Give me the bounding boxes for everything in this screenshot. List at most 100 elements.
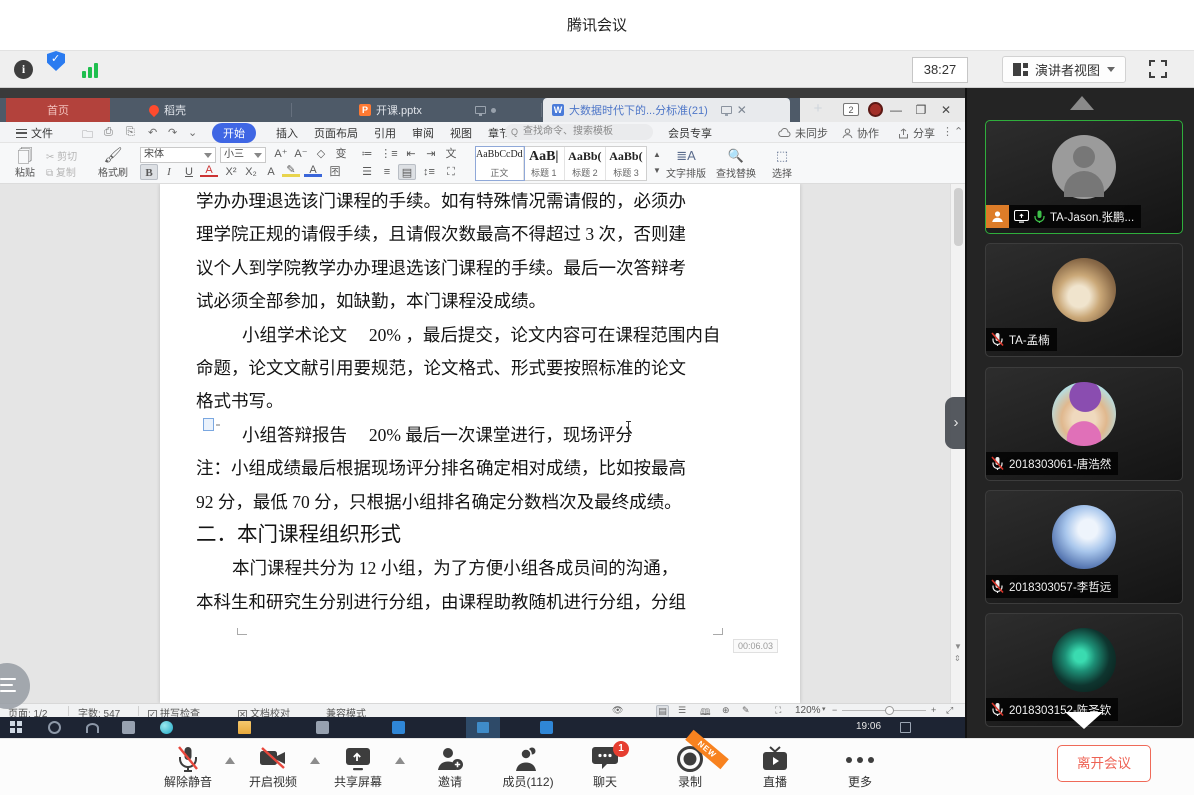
view-mode-button[interactable]: 演讲者视图 xyxy=(1002,56,1126,83)
scroll-down-icon[interactable]: ▼ xyxy=(954,642,962,651)
app-icon[interactable] xyxy=(540,721,553,734)
invite-button[interactable]: 邀请 xyxy=(414,745,486,790)
select-tool-button[interactable]: ⬚ 选择 xyxy=(760,148,804,180)
maximize-button[interactable]: ❐ xyxy=(913,102,929,118)
new-tab-button[interactable]: + xyxy=(808,100,828,117)
menu-references[interactable]: 引用 xyxy=(374,125,396,141)
tab-docer[interactable]: 稻壳 xyxy=(113,98,290,122)
expand-down-arrow[interactable] xyxy=(1065,712,1103,729)
style-heading1[interactable]: AaB| 标题 1 xyxy=(524,147,565,180)
zoom-menu-icon[interactable]: ▾ xyxy=(822,705,826,713)
tab-word-document-active[interactable]: W 大数据时代下的...分标准(21) ✕ xyxy=(543,98,790,122)
align-center-icon[interactable]: ≡ xyxy=(378,164,396,180)
collapse-ribbon-icon[interactable]: ⌃ xyxy=(954,125,963,138)
underline-button[interactable]: U xyxy=(180,164,198,180)
tab-pptx-document[interactable]: P 开课.pptx xyxy=(293,98,540,122)
qat-more-icon[interactable]: ⌄ xyxy=(188,126,197,139)
participant-tile[interactable]: TA-Jason.张鹏... xyxy=(985,120,1183,234)
superscript-button[interactable]: X² xyxy=(222,164,240,180)
highlight-button[interactable]: ✎ xyxy=(282,164,300,177)
tab-wps-home[interactable]: 首页 xyxy=(6,98,110,122)
menu-review[interactable]: 审阅 xyxy=(412,125,434,141)
unmute-button[interactable]: 解除静音 xyxy=(152,745,224,790)
menu-view[interactable]: 视图 xyxy=(450,125,472,141)
ribbon-more-icon[interactable]: ⋮ xyxy=(942,125,953,138)
close-window-button[interactable]: ✕ xyxy=(938,102,954,118)
eye-preview-icon[interactable]: 👁 xyxy=(612,705,623,716)
fit-page-icon[interactable]: ⛶ xyxy=(775,705,781,716)
fullscreen-icon[interactable] xyxy=(1147,58,1171,82)
print-icon[interactable]: ⎙ xyxy=(104,126,113,139)
share-screen-button[interactable]: 共享屏幕 xyxy=(322,745,394,790)
sync-status[interactable]: 未同步 xyxy=(778,125,828,141)
sidebar-expand-handle[interactable]: › xyxy=(945,397,965,449)
clear-format-icon[interactable]: ◇ xyxy=(312,146,330,162)
people-icon[interactable] xyxy=(86,723,99,733)
decrease-font-icon[interactable]: A⁻ xyxy=(292,146,310,162)
phonetic-guide-icon[interactable]: 变 xyxy=(332,146,350,162)
char-effects-button[interactable]: A xyxy=(262,164,280,180)
command-search-input[interactable]: 查找命令、搜索模板 xyxy=(505,124,653,140)
menu-insert[interactable]: 插入 xyxy=(276,125,298,141)
text-color-button[interactable]: A xyxy=(304,164,322,177)
notification-icon[interactable] xyxy=(900,722,911,733)
document-page[interactable]: 学办办理退选该门课程的手续。如有特殊情况需请假的，必须办 理学院正规的请假手续，… xyxy=(160,184,800,703)
file-menu[interactable]: 文件 xyxy=(16,125,53,141)
network-signal-icon[interactable] xyxy=(82,62,98,78)
minimize-button[interactable]: — xyxy=(888,102,904,118)
font-size-select[interactable]: 小三 xyxy=(220,147,266,163)
menu-page-layout[interactable]: 页面布局 xyxy=(314,125,358,141)
app-icon[interactable] xyxy=(392,721,405,734)
style-heading3[interactable]: AaBb( 标题 3 xyxy=(606,147,646,180)
scroll-page-icon[interactable]: ⇕ xyxy=(954,654,961,663)
participant-tile[interactable]: 2018303061-唐浩然 xyxy=(985,367,1183,481)
asian-layout-icon[interactable]: 文 xyxy=(442,146,460,162)
meeting-info-icon[interactable]: i xyxy=(14,60,33,79)
typeset-tool-button[interactable]: ≣A 文字排版 xyxy=(664,148,708,180)
taskbar-clock[interactable]: 19:06 xyxy=(856,721,881,732)
zoom-out-icon[interactable]: − xyxy=(832,705,837,715)
share-options-arrow[interactable] xyxy=(395,757,405,764)
expand-statusbar-icon[interactable]: ⤢ xyxy=(946,705,953,716)
font-name-select[interactable]: 宋体 xyxy=(140,147,216,163)
shading-icon[interactable]: ⛶ xyxy=(442,164,460,180)
undo-icon[interactable]: ↶ xyxy=(148,126,157,139)
wps-account-avatar[interactable] xyxy=(868,102,883,117)
bullet-list-icon[interactable]: ≔ xyxy=(358,146,376,162)
format-painter-button[interactable]: 🖌 格式刷 xyxy=(96,146,130,179)
numbered-list-icon[interactable]: ⋮≡ xyxy=(380,146,398,162)
style-normal[interactable]: AaBbCcDd 正文 xyxy=(476,147,524,180)
security-shield-icon[interactable] xyxy=(47,51,65,71)
leave-meeting-button[interactable]: 离开会议 xyxy=(1057,745,1151,782)
members-button[interactable]: 成员(112) xyxy=(492,745,564,790)
pin-tab-icon[interactable] xyxy=(721,106,732,114)
web-view-icon[interactable]: ⊕ xyxy=(722,705,730,716)
windows-start-icon[interactable] xyxy=(10,721,23,734)
menu-home[interactable]: 开始 xyxy=(212,123,256,143)
more-button[interactable]: 更多 xyxy=(824,745,896,790)
zoom-level[interactable]: 120% xyxy=(795,705,821,716)
char-border-icon[interactable]: 囨 xyxy=(326,164,344,180)
app-icon[interactable] xyxy=(316,721,329,734)
decrease-indent-icon[interactable]: ⇤ xyxy=(402,146,420,162)
start-video-button[interactable]: 开启视频 xyxy=(237,745,309,790)
increase-indent-icon[interactable]: ⇥ xyxy=(422,146,440,162)
paste-button[interactable]: 🗍 粘贴 xyxy=(8,146,42,179)
collapse-up-arrow[interactable] xyxy=(1070,96,1094,110)
record-button[interactable]: NEW 录制 xyxy=(654,745,726,790)
italic-button[interactable]: I xyxy=(160,164,178,180)
redo-icon[interactable]: ↷ xyxy=(168,126,177,139)
menu-member-exclusive[interactable]: 会员专享 xyxy=(668,125,712,141)
print-preview-icon[interactable]: ⎘ xyxy=(126,126,135,139)
style-heading2[interactable]: AaBb( 标题 2 xyxy=(565,147,606,180)
line-spacing-icon[interactable]: ↕≡ xyxy=(420,164,438,180)
active-app-icon[interactable] xyxy=(466,717,500,738)
align-left-icon[interactable]: ☰ xyxy=(358,164,376,180)
live-stream-button[interactable]: 直播 xyxy=(739,745,811,790)
copy-button[interactable]: ⧉ 复制 xyxy=(46,164,76,179)
ink-view-icon[interactable]: ✎ xyxy=(742,705,750,716)
cut-button[interactable]: ✂ 剪切 xyxy=(46,148,77,163)
find-replace-button[interactable]: 🔍 查找替换 xyxy=(714,148,758,180)
close-tab-icon[interactable]: ✕ xyxy=(737,103,747,117)
revision-comment-icon[interactable] xyxy=(203,418,214,431)
